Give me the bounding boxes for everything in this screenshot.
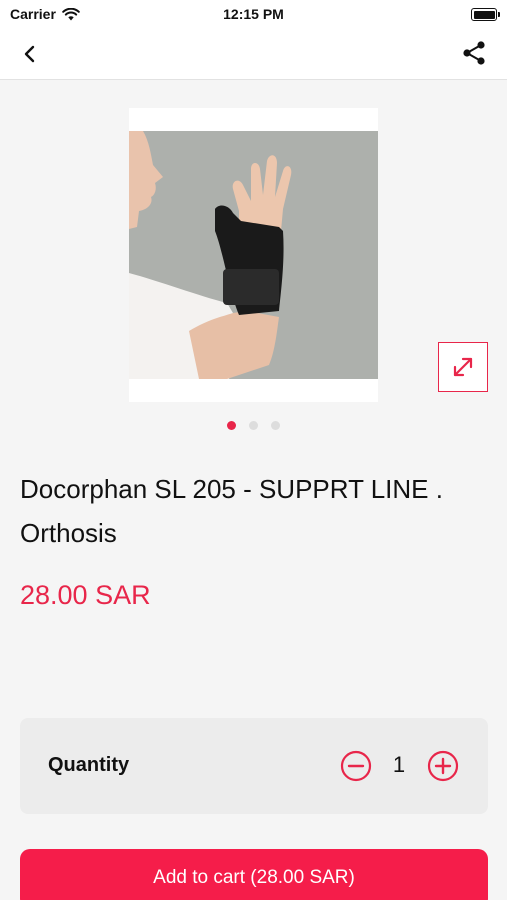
carousel-dot-2[interactable]: [249, 421, 258, 430]
status-bar: Carrier 12:15 PM: [0, 0, 507, 28]
quantity-value: 1: [392, 752, 406, 777]
wrist-brace-image: [129, 131, 378, 379]
expand-icon: [453, 357, 473, 377]
carousel-dot-3[interactable]: [271, 421, 280, 430]
decrease-quantity-button[interactable]: [340, 750, 372, 782]
nav-bar: [0, 28, 507, 80]
carousel-indicator: [0, 421, 507, 430]
plus-circle-icon: [427, 750, 459, 782]
carousel-dot-1[interactable]: [227, 421, 236, 430]
quantity-label: Quantity: [48, 754, 130, 776]
product-photo: [129, 131, 378, 379]
minus-circle-icon: [340, 750, 372, 782]
share-button[interactable]: [461, 40, 487, 66]
back-button[interactable]: [18, 42, 42, 66]
product-image-carousel[interactable]: [129, 108, 378, 402]
share-icon: [463, 41, 485, 65]
quantity-card: Quantity 1: [20, 718, 488, 814]
clock: 12:15 PM: [223, 6, 284, 22]
add-to-cart-button[interactable]: Add to cart (28.00 SAR): [20, 849, 488, 900]
battery-icon: [471, 8, 500, 21]
increase-quantity-button[interactable]: [427, 750, 459, 782]
add-to-cart-label: Add to cart (28.00 SAR): [153, 867, 355, 888]
product-price: 28.00 SAR: [20, 580, 151, 610]
product-title: Docorphan SL 205 - SUPPRT LINE . Orthosi…: [20, 474, 443, 548]
chevron-left-icon: [24, 45, 35, 63]
expand-image-button[interactable]: [438, 342, 488, 392]
